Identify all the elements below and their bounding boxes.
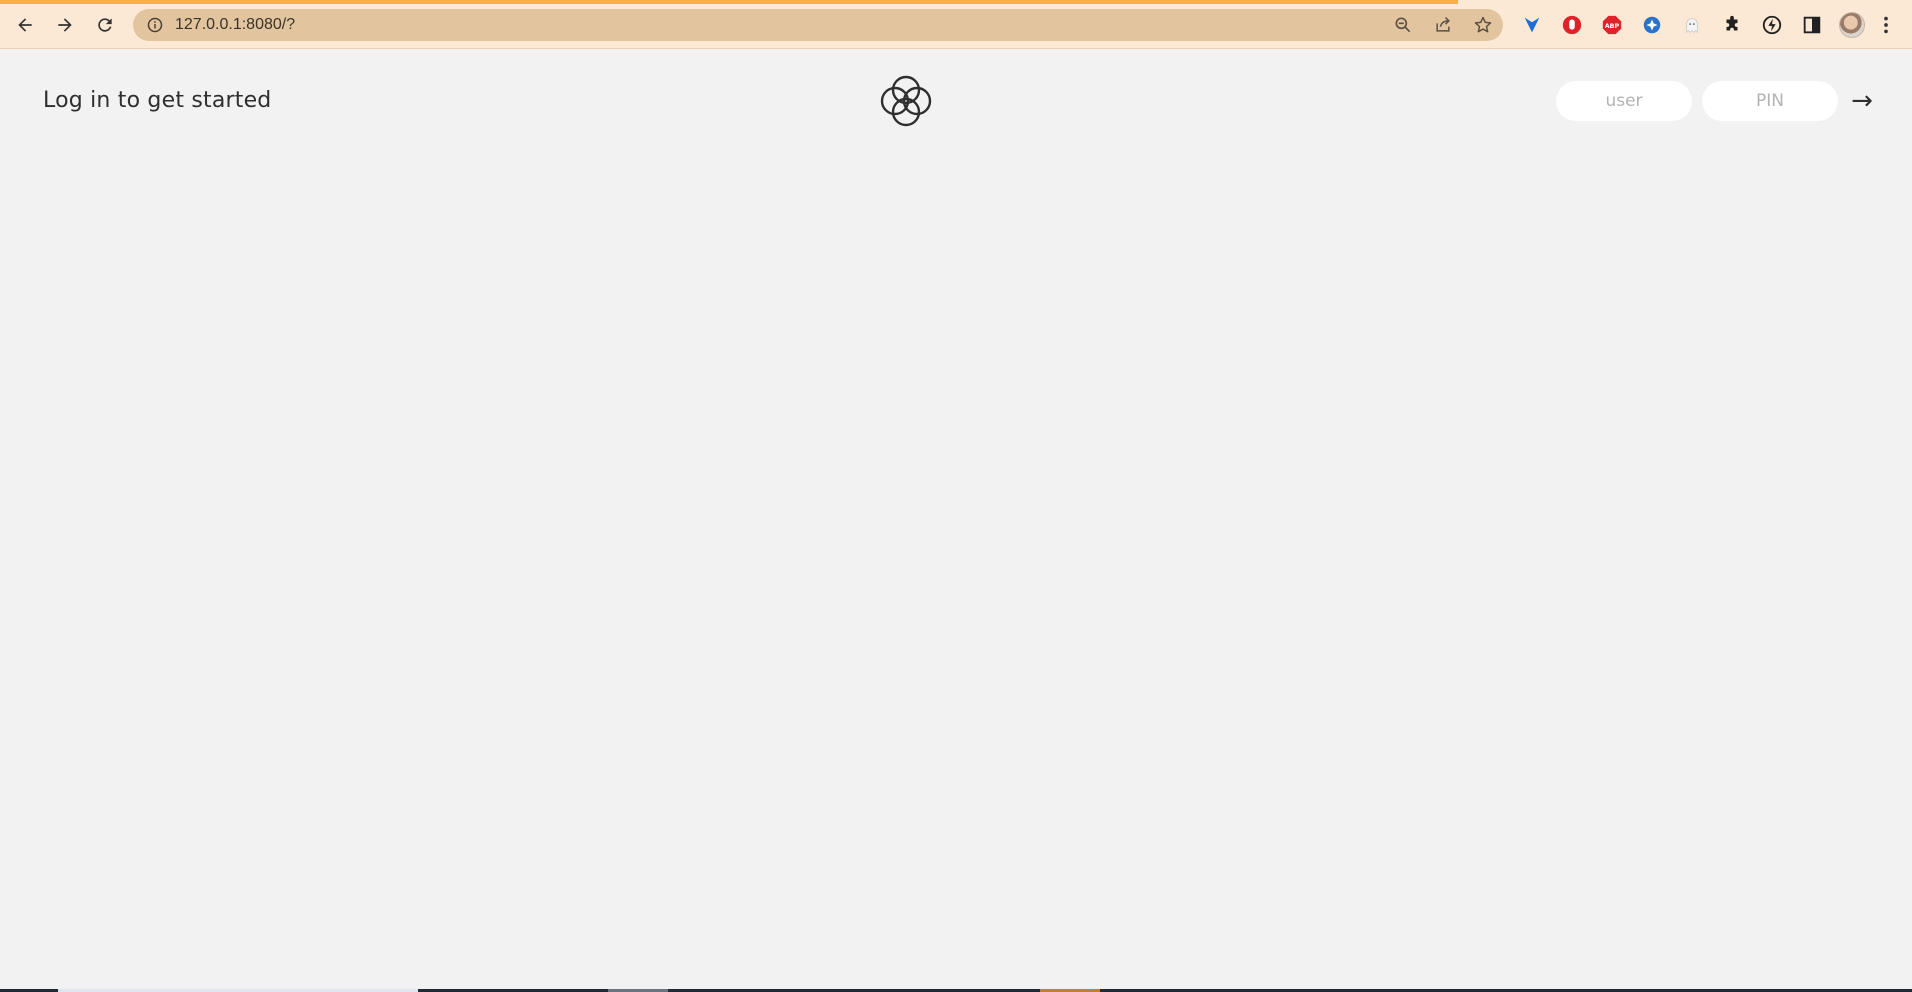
address-bar[interactable]: 127.0.0.1:8080/? <box>133 9 1503 41</box>
four-rings-logo <box>875 70 937 132</box>
zoom-icon[interactable] <box>1383 9 1423 41</box>
ghost-extension-icon[interactable] <box>1672 9 1712 41</box>
back-icon[interactable] <box>11 11 39 39</box>
side-panel-icon[interactable] <box>1792 9 1832 41</box>
adblock-plus-icon[interactable]: ABP <box>1592 9 1632 41</box>
extensions-bar: ABP <box>1512 9 1900 41</box>
bookmark-star-icon[interactable] <box>1463 9 1503 41</box>
profile-avatar[interactable] <box>1832 9 1872 41</box>
dashlane-heart-icon[interactable] <box>1512 9 1552 41</box>
user-input[interactable] <box>1556 81 1692 121</box>
page-title: Log in to get started <box>43 88 272 113</box>
forward-icon[interactable] <box>51 11 79 39</box>
lightning-extension-icon[interactable] <box>1752 9 1792 41</box>
info-icon[interactable] <box>147 17 163 33</box>
share-icon[interactable] <box>1423 9 1463 41</box>
ublock-hand-icon[interactable] <box>1552 9 1592 41</box>
puzzle-extensions-icon[interactable] <box>1712 9 1752 41</box>
menu-kebab-icon[interactable] <box>1872 9 1900 41</box>
browser-toolbar: 127.0.0.1:8080/? ABP <box>0 0 1912 49</box>
url-text[interactable]: 127.0.0.1:8080/? <box>175 16 295 34</box>
submit-arrow-button[interactable]: → <box>1846 83 1878 119</box>
app-page: Log in to get started → <box>0 49 1912 992</box>
pin-input[interactable] <box>1702 81 1838 121</box>
svg-text:ABP: ABP <box>1605 22 1620 30</box>
avatar <box>1839 12 1865 38</box>
blue-extension-icon[interactable] <box>1632 9 1672 41</box>
reload-icon[interactable] <box>91 11 119 39</box>
